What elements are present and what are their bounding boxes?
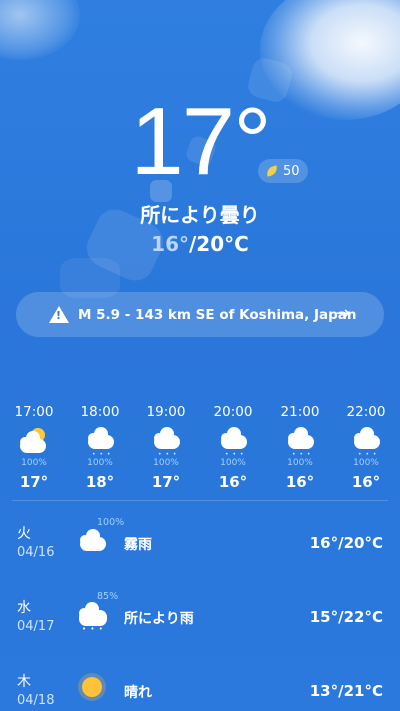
leaf-icon	[264, 165, 280, 177]
warning-icon	[49, 306, 69, 323]
cloud-rain-icon: • • •	[72, 597, 112, 637]
today-temperature-range: 16°/20°C	[0, 232, 400, 256]
cloud-drizzle-icon: • • •	[72, 523, 112, 563]
sun-icon	[72, 671, 112, 711]
aqi-value: 50	[283, 163, 300, 179]
hour-precip-prob: 100%	[287, 458, 313, 468]
day-temperature-range: 15°/22°C	[309, 608, 383, 626]
current-temperature: 17°	[130, 88, 271, 195]
hourly-item: 18:00 • • • 100% 18°	[70, 403, 130, 493]
cloud-drizzle-icon: • • •	[270, 421, 330, 458]
hour-temp: 16°	[351, 473, 381, 491]
hourly-item: 21:00 • • • 100% 16°	[270, 403, 330, 493]
partly-cloudy-icon	[4, 421, 64, 457]
hour-precip-prob: 100%	[87, 458, 113, 468]
hour-precip-prob: 100%	[153, 458, 179, 468]
day-name: 木	[17, 674, 31, 690]
hour-precip-prob: 100%	[353, 458, 379, 468]
day-precip-prob: 85%	[97, 591, 119, 602]
hour-time: 18:00	[80, 404, 120, 420]
day-condition: 所により雨	[124, 611, 194, 627]
day-date: 04/17	[17, 619, 55, 634]
daily-row[interactable]: 木 04/18 晴れ 13°/21°C	[0, 671, 400, 711]
daily-row[interactable]: 水 04/17 • • • 85% 所により雨 15°/22°C	[0, 591, 400, 647]
hourly-item: 22:00 • • • 100% 16°	[336, 403, 396, 493]
hour-temp: 18°	[85, 473, 115, 491]
divider	[12, 500, 388, 501]
day-date: 04/16	[17, 545, 55, 560]
arrow-right-icon: →	[334, 303, 350, 324]
current-condition: 所により曇り	[140, 203, 260, 227]
hour-temp: 16°	[218, 473, 248, 491]
hour-time: 20:00	[213, 404, 253, 420]
hour-temp: 17°	[151, 473, 181, 491]
alert-text: M 5.9 - 143 km SE of Koshima, Japan	[78, 306, 357, 323]
range-high: /20°C	[189, 232, 249, 256]
range-low: 16°	[151, 232, 189, 256]
cloud-drizzle-icon: • • •	[336, 421, 396, 458]
cloud-drizzle-icon: • • •	[203, 421, 263, 458]
hour-time: 17:00	[14, 404, 54, 420]
daily-row[interactable]: 火 04/16 • • • 100% 霧雨 16°/20°C	[0, 517, 400, 573]
day-condition: 霧雨	[124, 537, 152, 553]
hourly-item: 20:00 • • • 100% 16°	[203, 403, 263, 493]
hour-temp: 16°	[285, 473, 315, 491]
hour-precip-prob: 100%	[220, 458, 246, 468]
hourly-forecast[interactable]: 17:00 100% 17° 18:00 • • • 100% 18° 19:0…	[0, 403, 400, 498]
day-temperature-range: 13°/21°C	[309, 682, 383, 700]
hour-time: 22:00	[346, 404, 386, 420]
hour-time: 19:00	[146, 404, 186, 420]
current-weather: 17° 50 所により曇り 16°/20°C	[0, 92, 400, 262]
earthquake-alert-banner[interactable]: M 5.9 - 143 km SE of Koshima, Japan →	[16, 292, 384, 337]
hourly-item: 17:00 100% 17°	[4, 403, 64, 493]
hour-temp: 17°	[19, 473, 49, 491]
day-date: 04/18	[17, 693, 55, 708]
hour-precip-prob: 100%	[21, 458, 47, 468]
day-precip-prob: 100%	[97, 517, 125, 528]
hourly-item: 19:00 • • • 100% 17°	[136, 403, 196, 493]
aqi-badge[interactable]: 50	[258, 159, 308, 183]
day-name: 火	[17, 526, 31, 542]
cloud-drizzle-icon: • • •	[70, 421, 130, 458]
background-cloud	[0, 0, 80, 60]
day-condition: 晴れ	[124, 685, 152, 701]
day-name: 水	[17, 600, 31, 616]
day-temperature-range: 16°/20°C	[309, 534, 383, 552]
cloud-drizzle-icon: • • •	[136, 421, 196, 458]
hour-time: 21:00	[280, 404, 320, 420]
